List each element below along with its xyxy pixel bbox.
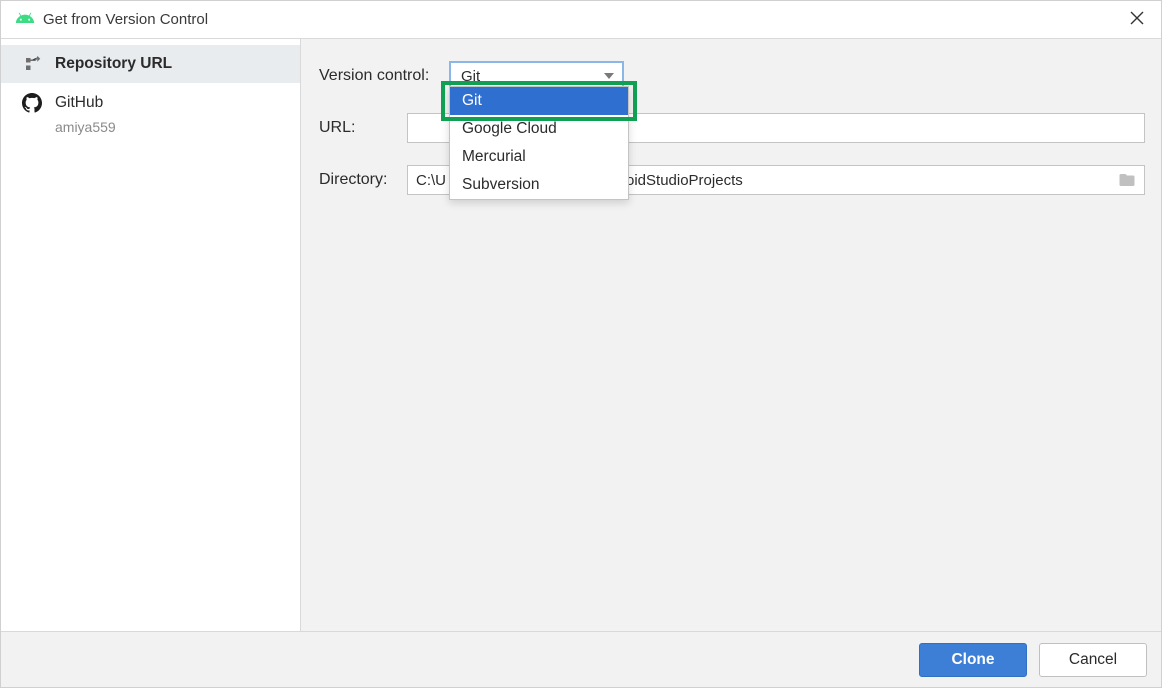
cancel-button[interactable]: Cancel xyxy=(1039,643,1147,677)
android-icon xyxy=(15,8,35,32)
directory-label: Directory: xyxy=(319,171,407,189)
sidebar-item-repository-url[interactable]: Repository URL xyxy=(1,45,300,83)
bottom-bar: Clone Cancel xyxy=(1,631,1161,687)
version-control-option-git[interactable]: Git xyxy=(450,87,628,115)
version-control-option-mercurial[interactable]: Mercurial xyxy=(450,143,628,171)
directory-input-left: C:\U xyxy=(416,172,446,189)
form-area: Version control: Git URL: Directory: xyxy=(301,39,1161,631)
close-icon xyxy=(1130,11,1144,29)
titlebar-title: Get from Version Control xyxy=(43,11,1123,28)
sidebar-item-github-sublabel: amiya559 xyxy=(1,119,300,135)
sidebar-item-label: GitHub xyxy=(55,94,103,112)
version-control-dialog: Get from Version Control Repository URL … xyxy=(0,0,1162,688)
folder-icon[interactable] xyxy=(1118,171,1136,193)
sidebar: Repository URL GitHub amiya559 xyxy=(1,39,301,631)
repository-url-icon xyxy=(19,55,45,73)
version-control-dropdown: Git Google Cloud Mercurial Subversion xyxy=(449,86,629,200)
url-label: URL: xyxy=(319,119,407,137)
main-area: Repository URL GitHub amiya559 Version c… xyxy=(1,39,1161,631)
sidebar-item-github[interactable]: GitHub xyxy=(1,83,300,123)
directory-input-right: oidStudioProjects xyxy=(626,172,743,189)
github-icon xyxy=(19,93,45,113)
version-control-label: Version control: xyxy=(319,67,449,85)
close-button[interactable] xyxy=(1123,6,1151,34)
titlebar: Get from Version Control xyxy=(1,1,1161,39)
version-control-option-subversion[interactable]: Subversion xyxy=(450,171,628,199)
sidebar-item-label: Repository URL xyxy=(55,55,172,73)
version-control-selected: Git xyxy=(461,68,480,85)
version-control-option-google-cloud[interactable]: Google Cloud xyxy=(450,115,628,143)
version-control-row: Version control: Git xyxy=(319,61,1145,91)
clone-button[interactable]: Clone xyxy=(919,643,1027,677)
directory-row: Directory: C:\U oidStudioProjects xyxy=(319,165,1145,195)
chevron-down-icon xyxy=(604,73,614,79)
url-row: URL: xyxy=(319,113,1145,143)
